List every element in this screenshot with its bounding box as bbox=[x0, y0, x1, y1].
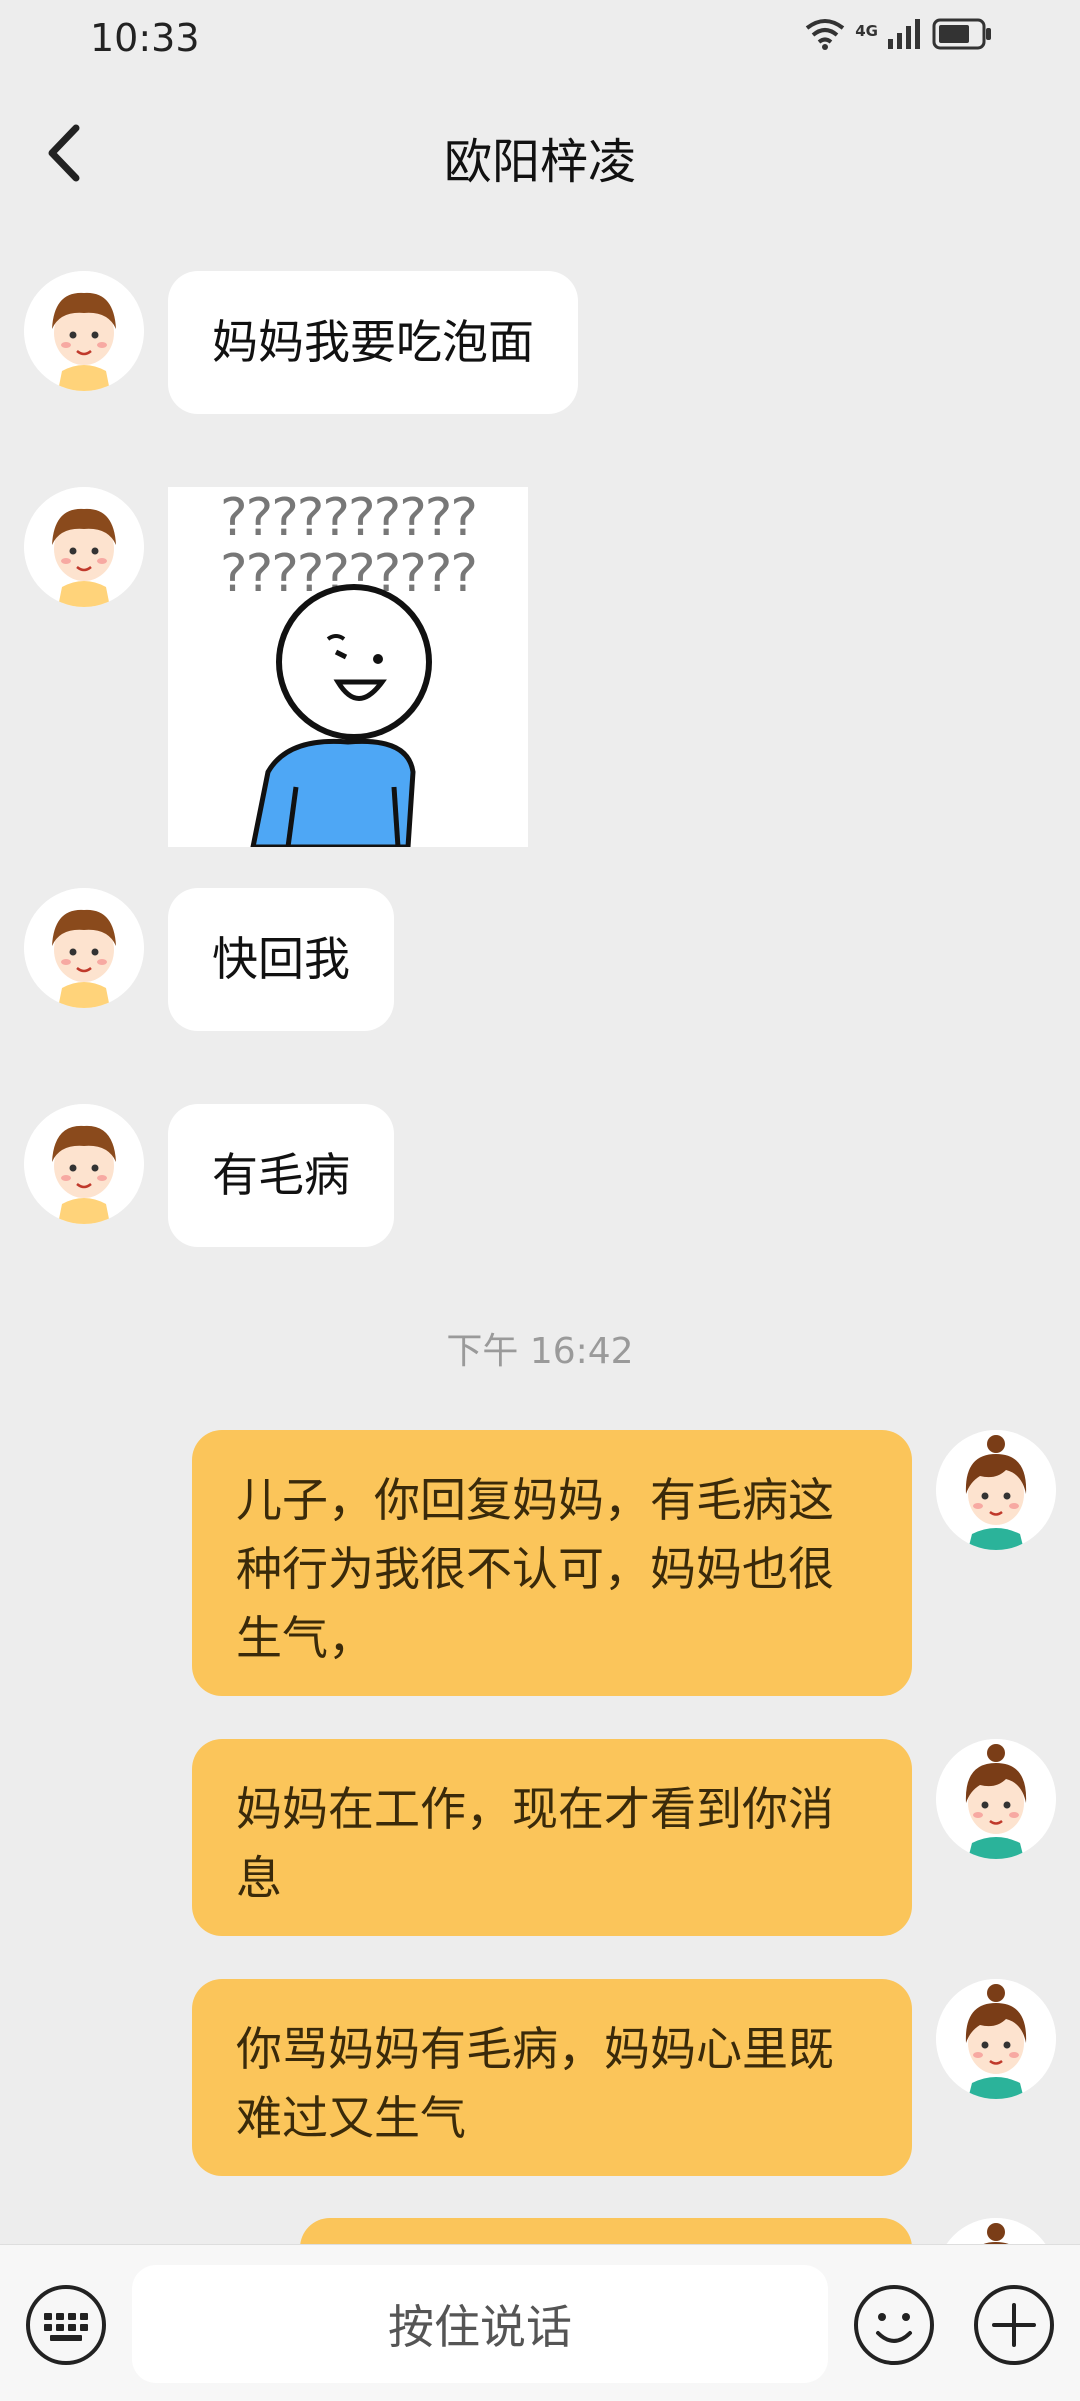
sticker-question-row-1: ?????????? bbox=[220, 488, 476, 548]
boy-avatar-icon bbox=[24, 487, 144, 607]
mother-avatar-icon bbox=[936, 1979, 1056, 2099]
more-button[interactable] bbox=[972, 2283, 1056, 2367]
chat-title: 欧阳梓凌 bbox=[443, 134, 636, 190]
contact-avatar[interactable] bbox=[24, 1104, 144, 1224]
mother-avatar-icon bbox=[936, 1430, 1056, 1550]
keyboard-button[interactable] bbox=[24, 2283, 108, 2367]
keyboard-icon bbox=[26, 2285, 106, 2365]
boy-avatar-icon bbox=[24, 888, 144, 1008]
input-bar: 按住说话 bbox=[0, 2244, 1080, 2401]
contact-avatar[interactable] bbox=[24, 487, 144, 607]
incoming-message[interactable]: 有毛病 bbox=[168, 1104, 394, 1247]
sticker-message[interactable]: ?????????? ?????????? bbox=[168, 487, 528, 847]
contact-avatar[interactable] bbox=[24, 271, 144, 391]
emoji-button[interactable] bbox=[852, 2283, 936, 2367]
wifi-icon bbox=[806, 19, 845, 50]
confused-sticker-image: ?????????? ?????????? bbox=[168, 487, 528, 847]
status-icons: 4G bbox=[805, 18, 992, 50]
incoming-message[interactable]: 快回我 bbox=[168, 888, 394, 1031]
outgoing-message[interactable]: 妈妈在工作，现在才看到你消息 bbox=[192, 1739, 912, 1936]
incoming-message[interactable]: 妈妈我要吃泡面 bbox=[168, 271, 578, 414]
boy-avatar-icon bbox=[24, 1104, 144, 1224]
hold-to-talk-button[interactable]: 按住说话 bbox=[132, 2265, 828, 2383]
signal-icon bbox=[888, 19, 920, 49]
outgoing-message[interactable]: 儿子，你回复妈妈，有毛病这种行为我很不认可，妈妈也很生气， bbox=[192, 1430, 912, 1696]
message-timestamp: 下午 16:42 bbox=[446, 1331, 634, 1372]
smiley-icon bbox=[854, 2285, 934, 2365]
my-avatar[interactable] bbox=[936, 1739, 1056, 1859]
status-time: 10:33 bbox=[90, 16, 200, 60]
contact-avatar[interactable] bbox=[24, 888, 144, 1008]
status-bar: 10:33 4G bbox=[0, 0, 1080, 80]
plus-circle-icon bbox=[974, 2285, 1054, 2365]
battery-icon bbox=[932, 18, 991, 50]
outgoing-message[interactable]: 你骂妈妈有毛病，妈妈心里既难过又生气 bbox=[192, 1979, 912, 2176]
mother-avatar-icon bbox=[936, 1739, 1056, 1859]
my-avatar[interactable] bbox=[936, 1979, 1056, 2099]
my-avatar[interactable] bbox=[936, 1430, 1056, 1550]
boy-avatar-icon bbox=[24, 271, 144, 391]
network-type: 4G bbox=[855, 22, 878, 40]
chat-header: 欧阳梓凌 bbox=[0, 80, 1080, 226]
